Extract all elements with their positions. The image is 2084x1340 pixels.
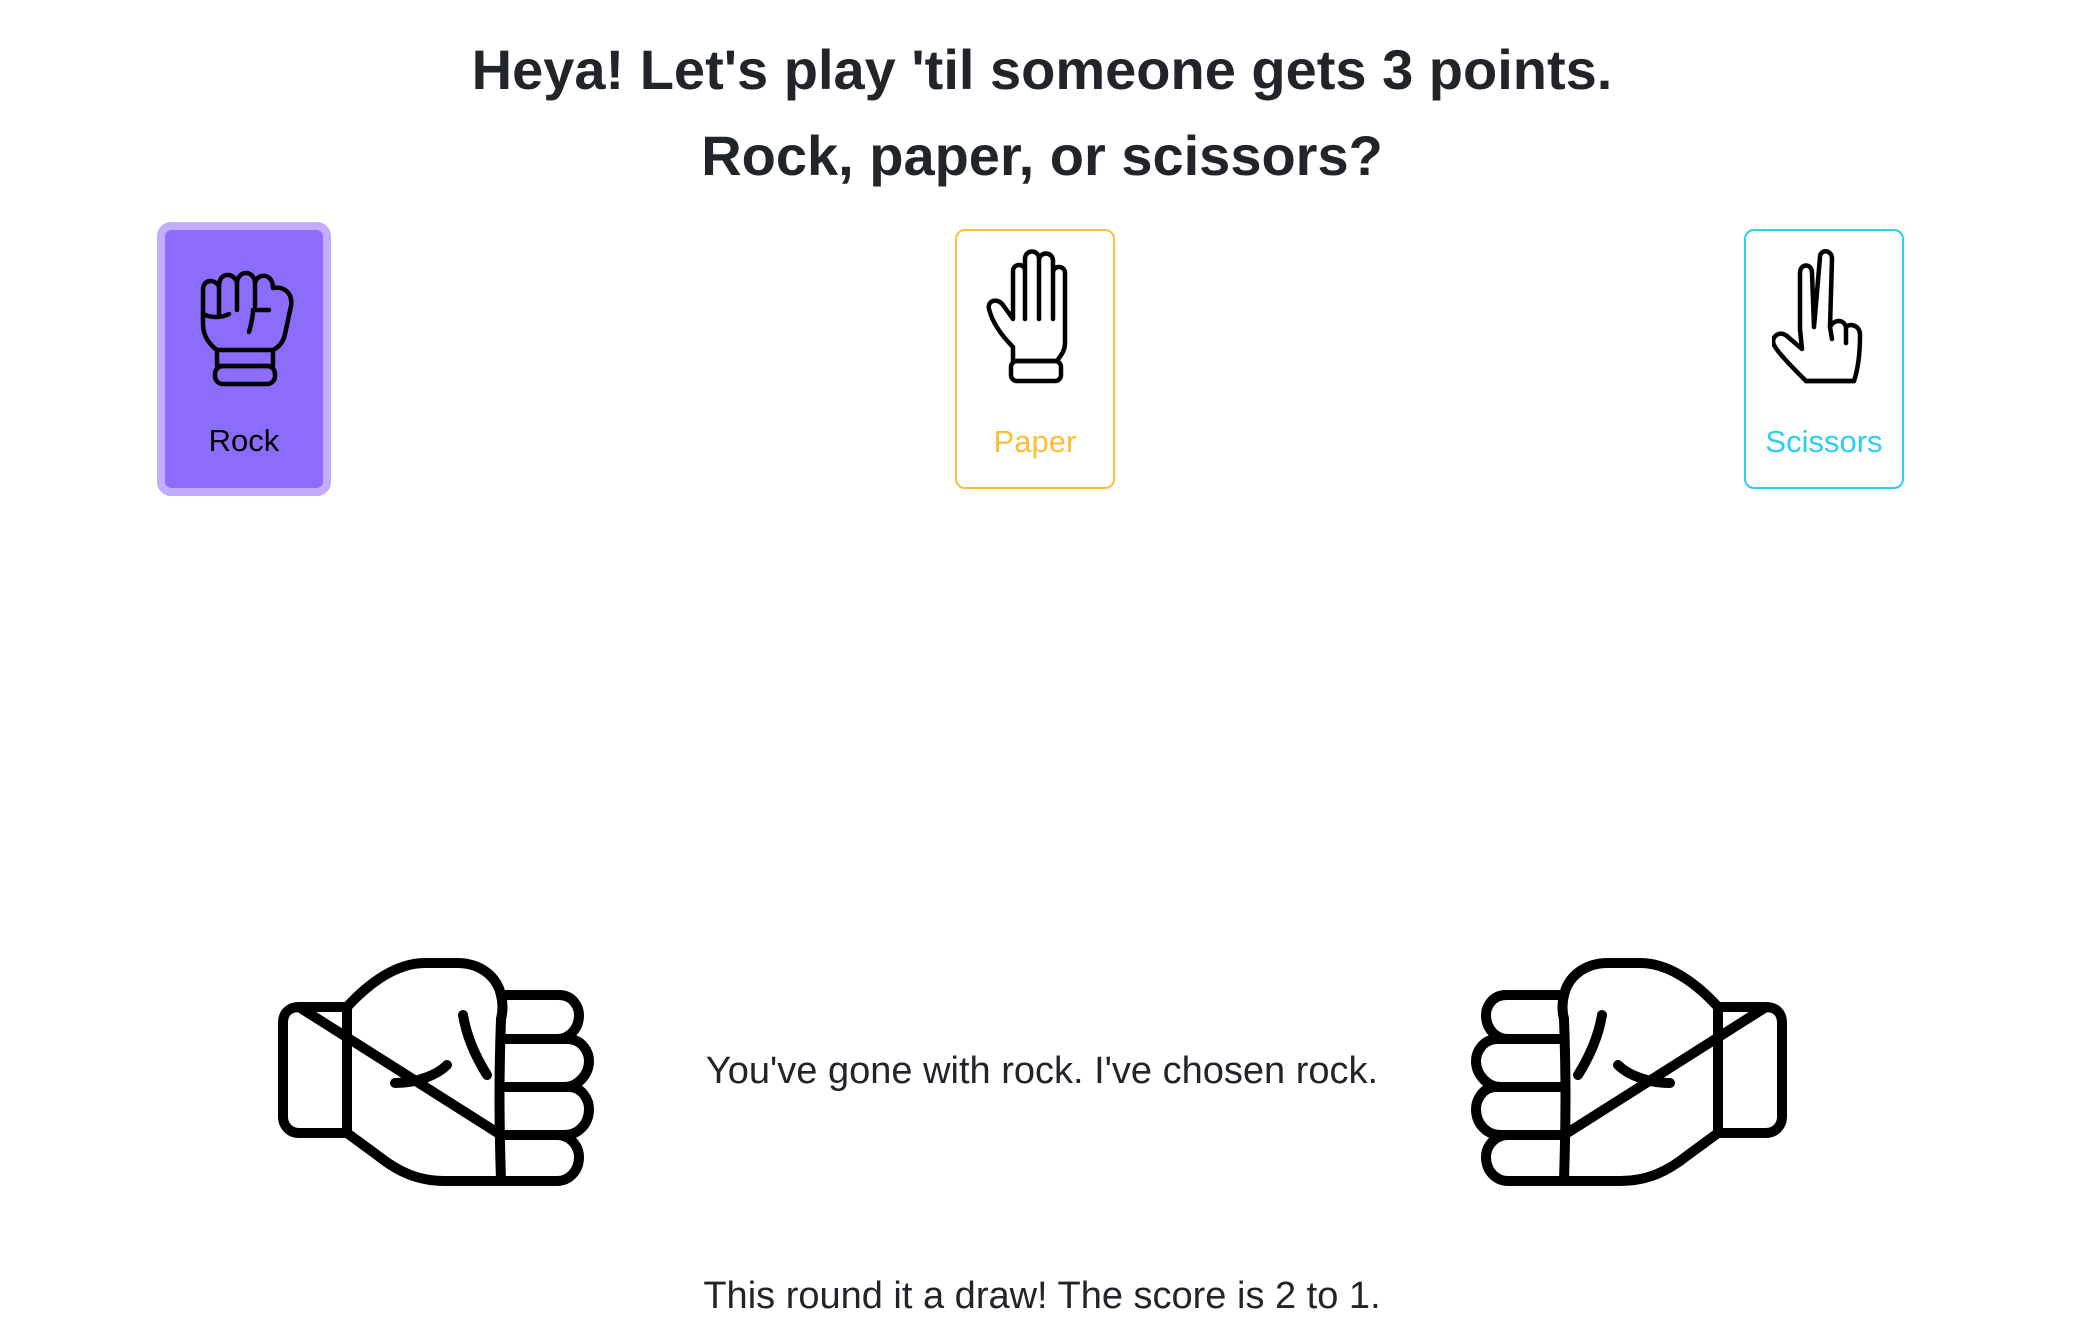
computer-fist-icon	[1471, 958, 1787, 1186]
prompt-heading: Rock, paper, or scissors?	[701, 124, 1383, 187]
fist-icon	[200, 270, 294, 387]
paper-choice-button[interactable]: Paper	[955, 229, 1115, 489]
scissors-label: Scissors	[1765, 424, 1883, 459]
round-result-message: This round it a draw! The score is 2 to …	[703, 1275, 1381, 1317]
player-fist-icon	[278, 958, 594, 1186]
page-title: Heya! Let's play 'til someone gets 3 poi…	[471, 38, 1613, 101]
paper-label: Paper	[993, 424, 1077, 459]
two-fingers-icon	[1772, 249, 1863, 384]
rock-choice-button[interactable]: Rock	[157, 222, 331, 496]
scissors-choice-button[interactable]: Scissors	[1744, 229, 1904, 489]
game-page: Heya! Let's play 'til someone gets 3 poi…	[0, 0, 2084, 1340]
open-hand-icon	[986, 249, 1068, 384]
rock-label: Rock	[208, 423, 280, 458]
